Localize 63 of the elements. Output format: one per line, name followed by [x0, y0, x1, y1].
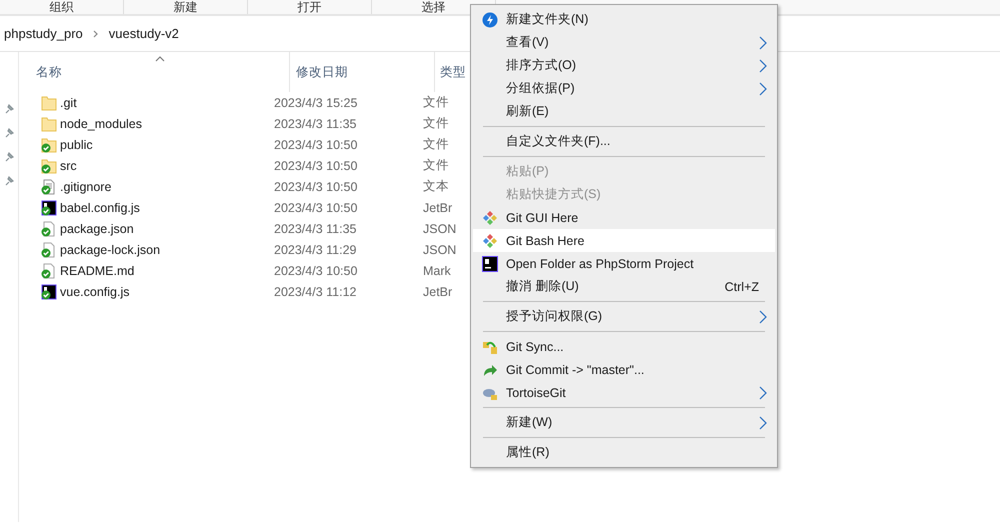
pin-icon[interactable]	[4, 176, 14, 186]
file-type: JetBr	[422, 200, 454, 214]
menu-item[interactable]: TortoiseGit	[473, 381, 775, 404]
modified-date: 2023/4/3 15:25	[274, 96, 358, 110]
file-name[interactable]: .gitignore	[57, 180, 274, 194]
toolbar-button[interactable]: 组织	[0, 0, 124, 14]
breadcrumb-item[interactable]: vuestudy-v2	[108, 26, 179, 41]
modified-date: 2023/4/3 10:50	[274, 264, 358, 278]
menu-item[interactable]: 查看(V)	[473, 31, 775, 54]
file-name[interactable]: package-lock.json	[57, 242, 274, 256]
modified-date: 2023/4/3 11:29	[274, 242, 358, 256]
file-name[interactable]: vue.config.js	[57, 284, 274, 298]
menu-item[interactable]: 自定义文件夹(F)...	[473, 130, 775, 153]
file-type: JSON	[422, 242, 458, 256]
diamond-icon	[482, 210, 498, 226]
lightning-badge-icon	[482, 12, 498, 28]
file-type: JetBr	[422, 284, 454, 298]
menu-item[interactable]: 刷新(E)	[473, 100, 775, 123]
toolbar-button[interactable]: 打开	[248, 0, 372, 14]
file-type: 文件	[422, 136, 450, 153]
file-name[interactable]: README.md	[57, 264, 274, 278]
menu-item[interactable]: Git Commit -> "master"...	[473, 358, 775, 381]
file-type: 文件	[422, 94, 450, 111]
file-name[interactable]: .git	[57, 96, 274, 110]
modified-date: 2023/4/3 11:12	[274, 284, 358, 298]
file-type: 文件	[422, 157, 450, 174]
menu-item[interactable]: Git Sync...	[473, 335, 775, 358]
menu-item[interactable]: Git Bash Here	[473, 229, 775, 252]
sort-caret-icon	[155, 56, 165, 62]
breadcrumb-item[interactable]: phpstudy_pro	[4, 26, 83, 41]
modified-date: 2023/4/3 10:50	[274, 138, 358, 152]
toolbar-button[interactable]: 新建	[124, 0, 248, 14]
phpstorm-icon	[482, 256, 498, 272]
pin-icon[interactable]	[4, 104, 14, 114]
file-type: Mark	[422, 264, 452, 278]
menu-item[interactable]: 撤消 删除(U) Ctrl+Z	[473, 275, 775, 298]
modified-date: 2023/4/3 11:35	[274, 116, 358, 130]
menu-item[interactable]: Git GUI Here	[473, 206, 775, 229]
file-type: 文本	[422, 178, 450, 195]
column-header[interactable]: 名称	[19, 52, 290, 92]
file-type: 文件	[422, 115, 450, 132]
shortcut-text: Ctrl+Z	[724, 280, 759, 294]
column-header[interactable]: 修改日期	[290, 52, 435, 92]
file-name[interactable]: package.json	[57, 222, 274, 236]
pin-icon[interactable]	[4, 152, 14, 162]
menu-item[interactable]: 属性(R)	[473, 441, 775, 464]
modified-date: 2023/4/3 11:35	[274, 222, 358, 236]
menu-item[interactable]: 授予访问权限(G)	[473, 305, 775, 328]
menu-item[interactable]: Open Folder as PhpStorm Project	[473, 252, 775, 275]
modified-date: 2023/4/3 10:50	[274, 158, 358, 172]
file-name[interactable]: node_modules	[57, 116, 274, 130]
file-name[interactable]: babel.config.js	[57, 200, 274, 214]
file-name[interactable]: public	[57, 138, 274, 152]
file-name[interactable]: src	[57, 158, 274, 172]
menu-item[interactable]: 分组依据(P)	[473, 77, 775, 100]
menu-item[interactable]: 排序方式(O)	[473, 54, 775, 77]
modified-date: 2023/4/3 10:50	[274, 180, 358, 194]
diamond-icon	[482, 232, 498, 248]
modified-date: 2023/4/3 10:50	[274, 200, 358, 214]
menu-item[interactable]: 新建(W)	[473, 411, 775, 434]
pin-icon[interactable]	[4, 128, 14, 138]
file-type: JSON	[422, 222, 458, 236]
chevron-icon	[92, 30, 99, 38]
